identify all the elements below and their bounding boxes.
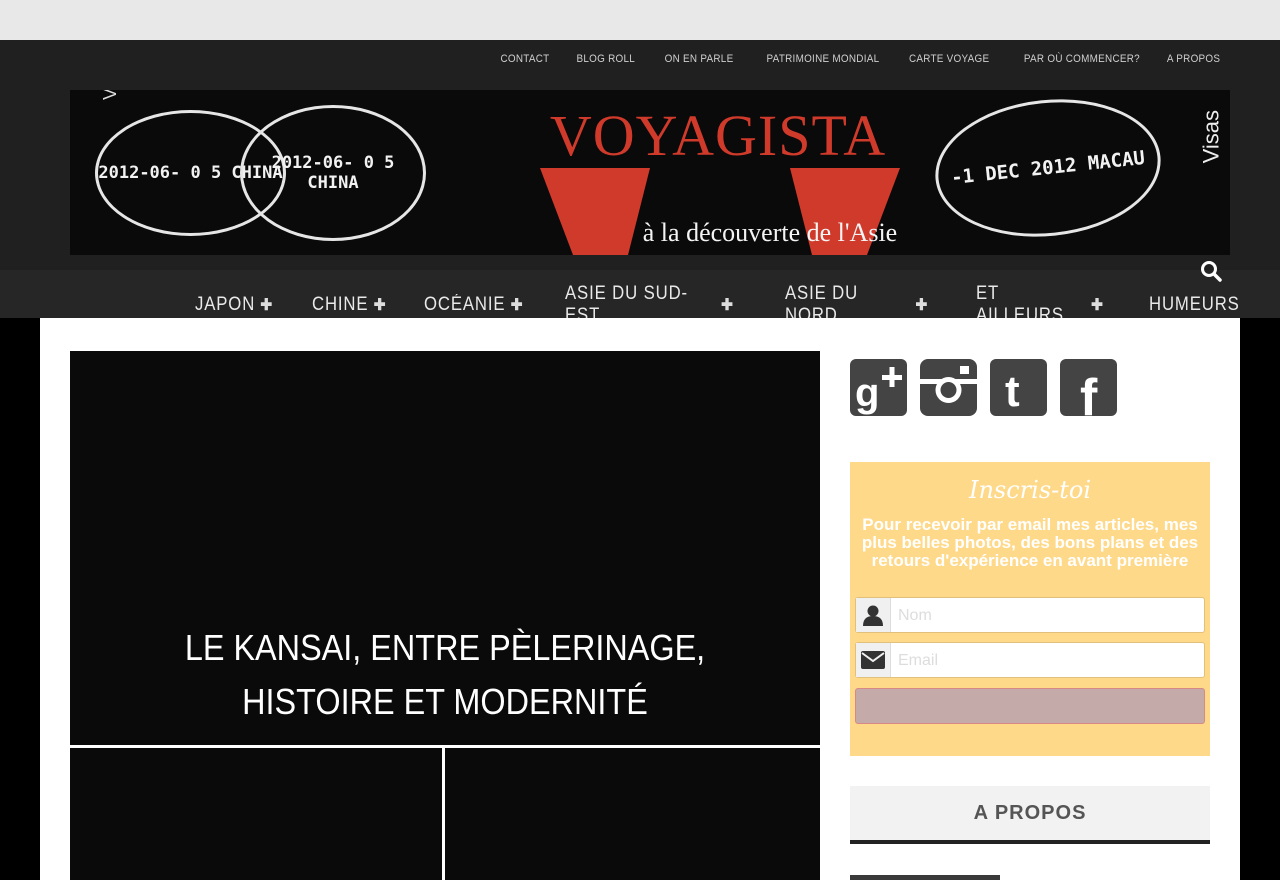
newsletter-widget: Inscris-toi Pour recevoir par email mes …	[850, 462, 1210, 756]
nav-label: HUMEURS	[1148, 294, 1240, 315]
nav-label: OCÉANIE	[424, 294, 506, 315]
top-nav-carte-voyage[interactable]: CARTE VOYAGE	[909, 53, 989, 65]
plus-icon: ✚	[511, 297, 524, 314]
name-input[interactable]	[896, 598, 1200, 634]
plus-icon: ✚	[260, 297, 274, 314]
site-banner[interactable]: 2012-06- 0 5 CHINA 2012-06- 0 5 CHINA -1…	[70, 90, 1230, 255]
top-nav-contact[interactable]: CONTACT	[500, 53, 549, 65]
visas-side-text-right: Visas	[1198, 110, 1223, 164]
top-nav-patrimoine-mondial[interactable]: PATRIMOINE MONDIAL	[767, 53, 880, 65]
plus-icon: ✚	[1090, 297, 1104, 314]
user-icon	[856, 598, 891, 632]
post-tile[interactable]	[70, 748, 442, 880]
featured-post-title[interactable]: LE KANSAI, ENTRE PÈLERINAGE, HISTOIRE ET…	[108, 621, 783, 729]
svg-text:t: t	[1005, 367, 1020, 416]
plus-icon: ✚	[373, 297, 387, 314]
site-brand: VOYAGISTA	[549, 103, 887, 168]
instagram-icon[interactable]	[920, 359, 977, 416]
newsletter-text: Pour recevoir par email mes articles, me…	[861, 515, 1199, 570]
nav-label: CHINE	[311, 294, 369, 315]
apropos-photo	[850, 875, 1000, 880]
top-nav-par-ou-commencer[interactable]: PAR OÙ COMMENCER?	[1024, 53, 1140, 65]
ad-bar	[0, 0, 1280, 40]
sidebar-apropos-heading: A PROPOS	[850, 786, 1210, 844]
top-nav-blog-roll[interactable]: BLOG ROLL	[577, 53, 636, 65]
envelope-icon	[856, 643, 891, 677]
visas-side-text-left: Visas	[100, 90, 121, 100]
tumblr-icon[interactable]: t	[990, 359, 1047, 416]
passport-stamp: -1 DEC 2012 MACAU	[928, 90, 1168, 248]
top-navigation: CONTACT BLOG ROLL ON EN PARLE PATRIMOINE…	[0, 40, 1280, 90]
facebook-icon[interactable]: f	[1060, 359, 1117, 416]
passport-stamp: 2012-06- 0 5 CHINA	[240, 105, 426, 241]
svg-text:f: f	[1080, 369, 1098, 416]
top-nav-on-en-parle[interactable]: ON EN PARLE	[664, 53, 733, 65]
newsletter-title: Inscris-toi	[968, 476, 1092, 504]
nav-label: JAPON	[195, 294, 256, 315]
subscribe-button[interactable]	[855, 688, 1205, 724]
email-input[interactable]	[896, 643, 1200, 679]
email-field	[855, 642, 1205, 679]
post-tile[interactable]	[445, 748, 820, 880]
google-plus-icon[interactable]: g	[850, 359, 907, 416]
site-tagline: à la découverte de l'Asie	[642, 218, 898, 247]
name-field	[855, 597, 1205, 634]
search-icon[interactable]	[1200, 260, 1222, 282]
svg-text:g: g	[855, 371, 879, 415]
top-nav-a-propos[interactable]: A PROPOS	[1167, 53, 1220, 65]
main-navigation: JAPON ✚ CHINE ✚ OCÉANIE ✚ ASIE DU SUD-EST ✚ …	[0, 270, 1280, 326]
featured-post[interactable]: LE KANSAI, ENTRE PÈLERINAGE, HISTOIRE ET…	[70, 351, 820, 745]
plus-icon: ✚	[915, 297, 929, 314]
plus-icon: ✚	[721, 297, 735, 314]
